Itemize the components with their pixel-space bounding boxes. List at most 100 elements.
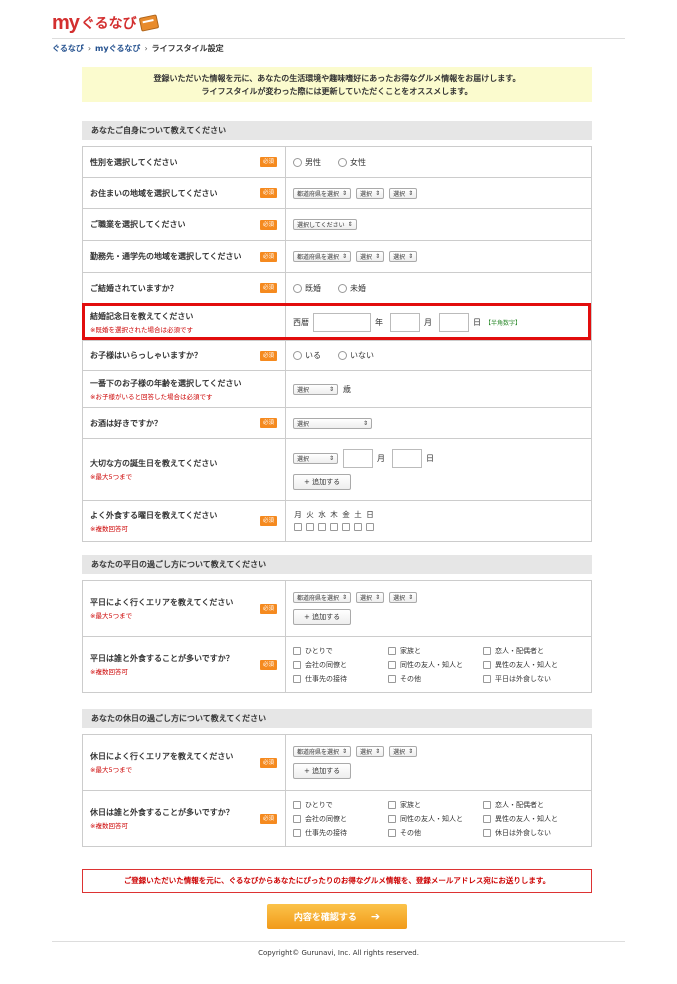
option-label: 同性の友人・知人と	[400, 814, 463, 823]
option-label: 恋人・配偶者と	[495, 800, 544, 809]
holiday-option[interactable]: 会社の同僚と	[293, 814, 388, 824]
day-sun-checkbox[interactable]	[366, 523, 374, 531]
holiday-option[interactable]: 異性の友人・知人と	[483, 814, 578, 824]
weekday-companion-note: ※複数回答可	[90, 668, 128, 676]
row-married: ご結婚されていますか？ 必須 既婚 未婚	[83, 273, 591, 304]
age-unit: 歳	[343, 384, 351, 394]
gurunavi-logo[interactable]: my ぐるなび	[52, 11, 159, 35]
checkbox[interactable]	[293, 674, 301, 683]
checkbox[interactable]	[293, 646, 301, 655]
checkbox[interactable]	[388, 660, 396, 669]
alcohol-select[interactable]: 選択	[293, 417, 372, 429]
option-label: 異性の友人・知人と	[495, 814, 558, 823]
anniversary-month-input[interactable]	[390, 312, 420, 332]
day-mon: 月	[294, 510, 302, 519]
weekday-option[interactable]: 平日は外食しない	[483, 674, 578, 684]
work-prefecture-select[interactable]: 都道府県を選択	[293, 251, 352, 262]
checkbox[interactable]	[293, 814, 301, 823]
holiday-area-value: 都道府県を選択 選択 選択 + 追加する	[286, 735, 591, 790]
day-fri-checkbox[interactable]	[342, 523, 350, 531]
gender-female-radio[interactable]: 女性	[338, 157, 366, 168]
option-label: 同性の友人・知人と	[400, 660, 463, 669]
checkbox[interactable]	[483, 828, 491, 837]
holiday-option[interactable]: 休日は外食しない	[483, 828, 578, 838]
row-label: 一番下のお子様の年齢を選択してください ※お子様がいると回答した場合は必須です	[83, 371, 286, 407]
birthday-month-input[interactable]	[343, 449, 373, 468]
weekday-labels: 月 火 水 木 金 土 日	[293, 509, 591, 520]
holiday-option[interactable]: 恋人・配偶者と	[483, 800, 578, 810]
checkbox[interactable]	[483, 660, 491, 669]
required-badge: 必須	[259, 350, 277, 361]
weekday-area-add-button[interactable]: + 追加する	[293, 609, 352, 625]
weekday-prefecture-select[interactable]: 都道府県を選択	[293, 592, 352, 603]
weekday-city-select[interactable]: 選択	[356, 592, 385, 603]
gender-male-radio[interactable]: 男性	[293, 157, 321, 168]
gender-male-label: 男性	[305, 157, 321, 167]
married-no-radio[interactable]: 未婚	[338, 283, 366, 294]
checkbox[interactable]	[388, 814, 396, 823]
kid-age-select[interactable]: 選択	[293, 383, 338, 395]
dine-day-note: ※複数回答可	[90, 524, 128, 533]
checkbox[interactable]	[293, 660, 301, 669]
day-sat-checkbox[interactable]	[354, 523, 362, 531]
birthday-person-select[interactable]: 選択	[293, 453, 338, 464]
weekday-option[interactable]: 恋人・配偶者と	[483, 646, 578, 656]
day-tue-checkbox[interactable]	[306, 523, 314, 531]
weekday-district-select[interactable]: 選択	[389, 592, 418, 603]
weekday-option[interactable]: その他	[388, 674, 483, 684]
weekday-option[interactable]: 異性の友人・知人と	[483, 660, 578, 670]
checkbox[interactable]	[483, 674, 491, 683]
work-district-select[interactable]: 選択	[389, 251, 418, 262]
option-label: 仕事先の接待	[305, 674, 347, 683]
kids-no-radio[interactable]: いない	[338, 350, 374, 361]
section-header-weekday: あなたの平日の過ごし方について教えてください	[82, 555, 592, 574]
checkbox[interactable]	[388, 800, 396, 809]
weekday-option[interactable]: 同性の友人・知人と	[388, 660, 483, 670]
weekday-option[interactable]: ひとりで	[293, 646, 388, 656]
checkbox[interactable]	[293, 828, 301, 837]
weekday-option[interactable]: 家族と	[388, 646, 483, 656]
weekday-option[interactable]: 仕事先の接待	[293, 674, 388, 684]
holiday-option[interactable]: その他	[388, 828, 483, 838]
confirm-button[interactable]: 内容を確認する ➔	[267, 904, 407, 929]
bento-box-icon	[138, 14, 159, 32]
job-select[interactable]: 選択してください	[293, 219, 357, 230]
weekday-table: 平日によく行くエリアを教えてください※最大5つまで必須 都道府県を選択 選択 選…	[82, 580, 592, 693]
work-city-select[interactable]: 選択	[356, 251, 385, 262]
holiday-option[interactable]: ひとりで	[293, 800, 388, 810]
holiday-prefecture-select[interactable]: 都道府県を選択	[293, 746, 352, 757]
birthday-day-input[interactable]	[392, 449, 422, 468]
breadcrumb-mygurunavi[interactable]: myぐるなび	[95, 44, 140, 53]
alcohol-label: お酒は好きですか？	[90, 418, 162, 428]
checkbox[interactable]	[388, 674, 396, 683]
holiday-option[interactable]: 仕事先の接待	[293, 828, 388, 838]
day-mon-checkbox[interactable]	[294, 523, 302, 531]
holiday-city-select[interactable]: 選択	[356, 746, 385, 757]
home-district-select[interactable]: 選択	[389, 187, 418, 199]
home-prefecture-select[interactable]: 都道府県を選択	[293, 187, 352, 199]
option-label: 家族と	[400, 800, 421, 809]
holiday-option[interactable]: 同性の友人・知人と	[388, 814, 483, 824]
holiday-area-add-button[interactable]: + 追加する	[293, 763, 352, 779]
anniversary-year-input[interactable]	[313, 312, 371, 332]
self-table: 性別を選択してください 必須 男性 女性 お住まいの地域を選択してください 必須 都…	[82, 146, 592, 542]
checkbox[interactable]	[388, 646, 396, 655]
option-label: その他	[400, 828, 421, 837]
checkbox[interactable]	[388, 828, 396, 837]
checkbox[interactable]	[483, 646, 491, 655]
checkbox[interactable]	[483, 800, 491, 809]
day-thu-checkbox[interactable]	[330, 523, 338, 531]
breadcrumb-gurunavi[interactable]: ぐるなび	[52, 44, 84, 53]
anniversary-day-input[interactable]	[439, 312, 469, 332]
birthday-add-button[interactable]: + 追加する	[293, 474, 352, 490]
checkbox[interactable]	[483, 814, 491, 823]
home-city-select[interactable]: 選択	[356, 187, 385, 199]
holiday-district-select[interactable]: 選択	[389, 746, 418, 757]
checkbox[interactable]	[293, 800, 301, 809]
weekday-option[interactable]: 会社の同僚と	[293, 660, 388, 670]
married-yes-radio[interactable]: 既婚	[293, 283, 321, 294]
day-wed-checkbox[interactable]	[318, 523, 326, 531]
alcohol-value: 選択	[286, 408, 591, 438]
holiday-option[interactable]: 家族と	[388, 800, 483, 810]
kids-yes-radio[interactable]: いる	[293, 350, 321, 361]
